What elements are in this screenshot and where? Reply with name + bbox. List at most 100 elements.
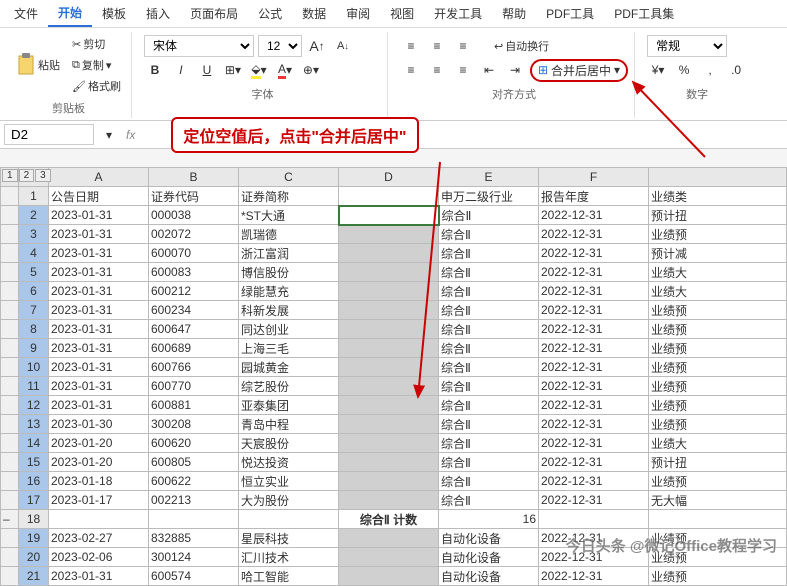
menu-item[interactable]: 页面布局 (180, 1, 248, 26)
cell[interactable]: 综合Ⅱ (439, 244, 539, 263)
cell[interactable]: 2022-12-31 (539, 358, 649, 377)
cell[interactable]: 2023-01-31 (49, 301, 149, 320)
cell[interactable] (339, 225, 439, 244)
cell[interactable]: 2023-01-17 (49, 491, 149, 510)
col-header[interactable]: A (49, 168, 149, 187)
cell[interactable] (339, 339, 439, 358)
cell[interactable]: 2022-12-31 (539, 301, 649, 320)
cell[interactable]: 2022-12-31 (539, 529, 649, 548)
outline-cell[interactable] (1, 396, 19, 415)
cell[interactable]: 2022-12-31 (539, 472, 649, 491)
cell[interactable]: 综合Ⅱ (439, 339, 539, 358)
cell[interactable] (539, 510, 649, 529)
menu-item[interactable]: 帮助 (492, 1, 536, 26)
cell[interactable]: 报告年度 (539, 187, 649, 206)
cell[interactable]: 悦达投资 (239, 453, 339, 472)
cell[interactable]: 园城黄金 (239, 358, 339, 377)
row-header[interactable]: 11 (19, 377, 49, 396)
font-size-select[interactable]: 12 (258, 35, 302, 57)
outline-cell[interactable] (1, 320, 19, 339)
col-header[interactable] (649, 168, 787, 187)
border-button[interactable]: ⊞▾ (222, 59, 244, 81)
cell[interactable] (339, 187, 439, 206)
menu-item[interactable]: PDF工具集 (604, 1, 684, 26)
cell[interactable]: 浙江富润 (239, 244, 339, 263)
cell[interactable]: 综合Ⅱ (439, 206, 539, 225)
menu-item[interactable]: 模板 (92, 1, 136, 26)
fx-icon[interactable]: fx (120, 128, 141, 142)
cell[interactable]: 2023-01-31 (49, 225, 149, 244)
row-header[interactable]: 16 (19, 472, 49, 491)
outline-cell[interactable] (1, 529, 19, 548)
cell[interactable]: 亚泰集团 (239, 396, 339, 415)
outline-cell[interactable] (1, 491, 19, 510)
cell[interactable]: 832885 (149, 529, 239, 548)
cell[interactable]: 002072 (149, 225, 239, 244)
row-header[interactable]: 17 (19, 491, 49, 510)
cell[interactable]: 2023-01-31 (49, 396, 149, 415)
cell[interactable] (339, 529, 439, 548)
cell[interactable]: 业绩大 (649, 282, 787, 301)
cell[interactable]: 2023-01-31 (49, 339, 149, 358)
menu-item[interactable]: 插入 (136, 1, 180, 26)
menu-item[interactable]: 文件 (4, 1, 48, 26)
cell[interactable]: 综合Ⅱ (439, 377, 539, 396)
row-header[interactable]: 14 (19, 434, 49, 453)
col-header[interactable]: B (149, 168, 239, 187)
menu-item[interactable]: 数据 (292, 1, 336, 26)
copy-button[interactable]: ⧉复制▾ (68, 55, 125, 75)
cell[interactable] (649, 510, 787, 529)
cell[interactable]: 无大幅 (649, 491, 787, 510)
cell[interactable]: 2022-12-31 (539, 491, 649, 510)
decrease-font-icon[interactable]: A↓ (332, 35, 354, 57)
spreadsheet-grid[interactable]: A B C D E F 1公告日期证券代码证券简称申万二级行业报告年度业绩类22… (0, 167, 787, 586)
cell[interactable]: 上海三毛 (239, 339, 339, 358)
row-header[interactable]: 8 (19, 320, 49, 339)
col-header[interactable]: F (539, 168, 649, 187)
cell[interactable]: 星辰科技 (239, 529, 339, 548)
format-painter-button[interactable]: 🖌格式刷 (68, 76, 125, 96)
outline-level-tab[interactable]: 3 (35, 169, 51, 182)
italic-button[interactable]: I (170, 59, 192, 81)
currency-icon[interactable]: ¥▾ (647, 59, 669, 81)
menu-item[interactable]: 开发工具 (424, 1, 492, 26)
cell[interactable] (339, 472, 439, 491)
cell[interactable]: 2023-01-31 (49, 263, 149, 282)
row-header[interactable]: 9 (19, 339, 49, 358)
outline-cell[interactable] (1, 282, 19, 301)
outline-level-tab[interactable]: 2 (19, 169, 35, 182)
cell[interactable] (339, 377, 439, 396)
outline-cell[interactable] (1, 263, 19, 282)
align-left-icon[interactable]: ≡ (400, 59, 422, 81)
cell[interactable]: 自动化设备 (439, 548, 539, 567)
col-header[interactable]: D (339, 168, 439, 187)
cell[interactable]: 综合Ⅱ (439, 301, 539, 320)
cell[interactable]: 2022-12-31 (539, 434, 649, 453)
cell[interactable] (339, 263, 439, 282)
cell[interactable]: 2023-01-31 (49, 206, 149, 225)
cell[interactable]: 证券简称 (239, 187, 339, 206)
outline-cell[interactable] (1, 244, 19, 263)
cell[interactable]: 600620 (149, 434, 239, 453)
indent-dec-icon[interactable]: ⇤ (478, 59, 500, 81)
cell[interactable]: 业绩预 (649, 548, 787, 567)
row-header[interactable]: 5 (19, 263, 49, 282)
cell[interactable]: 16 (439, 510, 539, 529)
cell[interactable]: 业绩预 (649, 529, 787, 548)
row-header[interactable]: 10 (19, 358, 49, 377)
cell[interactable]: 600770 (149, 377, 239, 396)
cell[interactable]: 预计减 (649, 244, 787, 263)
menu-item[interactable]: 开始 (48, 0, 92, 27)
cell[interactable] (339, 358, 439, 377)
cell[interactable]: 业绩预 (649, 301, 787, 320)
cell[interactable]: 申万二级行业 (439, 187, 539, 206)
more-font-button[interactable]: ⊕▾ (300, 59, 322, 81)
cell[interactable]: 天宸股份 (239, 434, 339, 453)
cell[interactable]: 综艺股份 (239, 377, 339, 396)
underline-button[interactable]: U (196, 59, 218, 81)
cell[interactable]: 2022-12-31 (539, 377, 649, 396)
cell[interactable]: 300208 (149, 415, 239, 434)
cell[interactable]: 预计扭 (649, 206, 787, 225)
bold-button[interactable]: B (144, 59, 166, 81)
cell[interactable]: 公告日期 (49, 187, 149, 206)
